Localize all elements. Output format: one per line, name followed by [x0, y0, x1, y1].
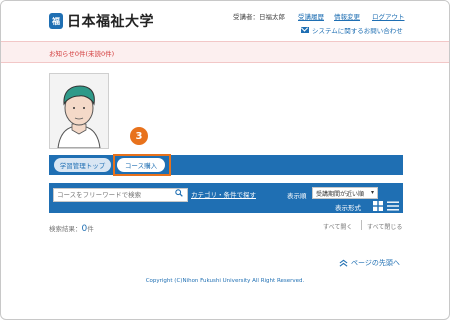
- page-top-label: ページの先頭へ: [351, 259, 400, 267]
- page-top-link[interactable]: ページの先頭へ: [339, 258, 400, 268]
- site-logo[interactable]: 福 日本福祉大学: [49, 11, 154, 31]
- nav-logout-link[interactable]: ログアウト: [372, 11, 405, 21]
- search-box: [53, 188, 188, 202]
- highlight-outline: [113, 154, 171, 176]
- mail-icon: [301, 27, 309, 33]
- copyright: Copyright (C)Nihon Fukushi University Al…: [145, 278, 305, 284]
- nav-history-link[interactable]: 受講履歴: [298, 11, 324, 21]
- display-format-label: 表示形式: [335, 204, 361, 212]
- category-search-link[interactable]: カテゴリ・条件で探す: [191, 189, 256, 199]
- search-icon[interactable]: [175, 189, 183, 197]
- grid-view-icon[interactable]: [373, 201, 383, 211]
- close-all-link[interactable]: すべて閉じる: [367, 222, 402, 231]
- contact-label: システムに関するお問い合わせ: [312, 27, 403, 35]
- chevron-up-icon: [339, 259, 348, 267]
- search-input[interactable]: [54, 190, 178, 200]
- list-view-icon[interactable]: [387, 201, 399, 211]
- user-name: 受講者：日福太郎: [233, 13, 285, 21]
- notice-bar: お知らせ0件(未読0件): [1, 41, 449, 63]
- app-frame: 福 日本福祉大学 受講者：日福太郎 受講履歴 情報変更 ログアウト システムに関…: [0, 0, 450, 320]
- logo-icon: 福: [49, 13, 63, 29]
- notice-text[interactable]: お知らせ0件(未読0件): [49, 48, 114, 58]
- step-badge: 3: [130, 127, 148, 145]
- site-header: 福 日本福祉大学 受講者：日福太郎 受講履歴 情報変更 ログアウト システムに関…: [1, 1, 449, 41]
- sort-select-value: 受講期間が近い順: [316, 190, 365, 198]
- sort-select[interactable]: 受講期間が近い順 ▾: [312, 187, 378, 199]
- nav-profile-link[interactable]: 情報変更: [334, 11, 360, 21]
- tab-learning-top[interactable]: 学習管理トップ: [54, 158, 111, 172]
- avatar: [49, 73, 109, 149]
- chevron-down-icon: ▾: [370, 189, 374, 196]
- sort-label: 表示順: [287, 192, 307, 200]
- logo-text: 日本福祉大学: [67, 14, 154, 30]
- avatar-illustration: [50, 74, 108, 149]
- search-results: 検索結果：0件: [49, 223, 94, 234]
- contact-link[interactable]: システムに関するお問い合わせ: [301, 25, 403, 35]
- results-label: 検索結果：: [49, 225, 82, 233]
- results-unit: 件: [87, 225, 94, 233]
- open-all-link[interactable]: すべて開く: [323, 222, 352, 231]
- divider: [361, 220, 362, 230]
